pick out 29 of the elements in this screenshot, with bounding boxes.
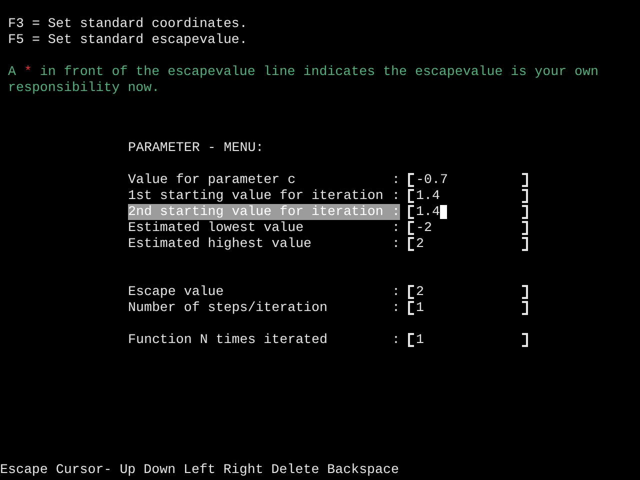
value-field[interactable]: 1 [408,333,528,347]
value-field[interactable]: 2 [408,237,528,251]
value-field[interactable]: -0.7 [408,173,528,187]
separator-colon: : [392,220,400,236]
separator-colon: : [392,236,400,252]
parameter-label[interactable]: Number of steps/iteration [128,300,392,316]
value-field[interactable]: 1.4 [408,205,528,219]
note-text: A * in front of the escapevalue line indicates the escapevalue is your own responsibility now. [8,64,600,96]
value-field[interactable]: -2 [408,221,528,235]
menu-title: PARAMETER - MENU: [128,140,265,156]
parameter-label[interactable]: Estimated lowest value [128,220,392,236]
value-field[interactable]: 1.4 [408,189,528,203]
parameter-label[interactable]: Escape value [128,284,392,300]
separator-colon: : [392,204,400,220]
value-field[interactable]: 2 [408,285,528,299]
separator-colon: : [392,172,400,188]
separator-colon: : [392,188,400,204]
parameter-label[interactable]: Value for parameter c [128,172,392,188]
separator-colon: : [392,300,400,316]
parameter-label[interactable]: 1st starting value for iteration [128,188,392,204]
help-line: F3 = Set standard coordinates. [8,16,248,32]
parameter-label[interactable]: Function N times iterated [128,332,392,348]
text-cursor [440,205,447,219]
key-help-text: Escape Cursor- Up Down Left Right Delete Backspace [0,462,399,478]
help-line: F5 = Set standard escapevalue. [8,32,248,48]
parameter-label[interactable]: Estimated highest value [128,236,392,252]
value-field[interactable]: 1 [408,301,528,315]
separator-colon: : [392,332,400,348]
separator-colon: : [392,284,400,300]
